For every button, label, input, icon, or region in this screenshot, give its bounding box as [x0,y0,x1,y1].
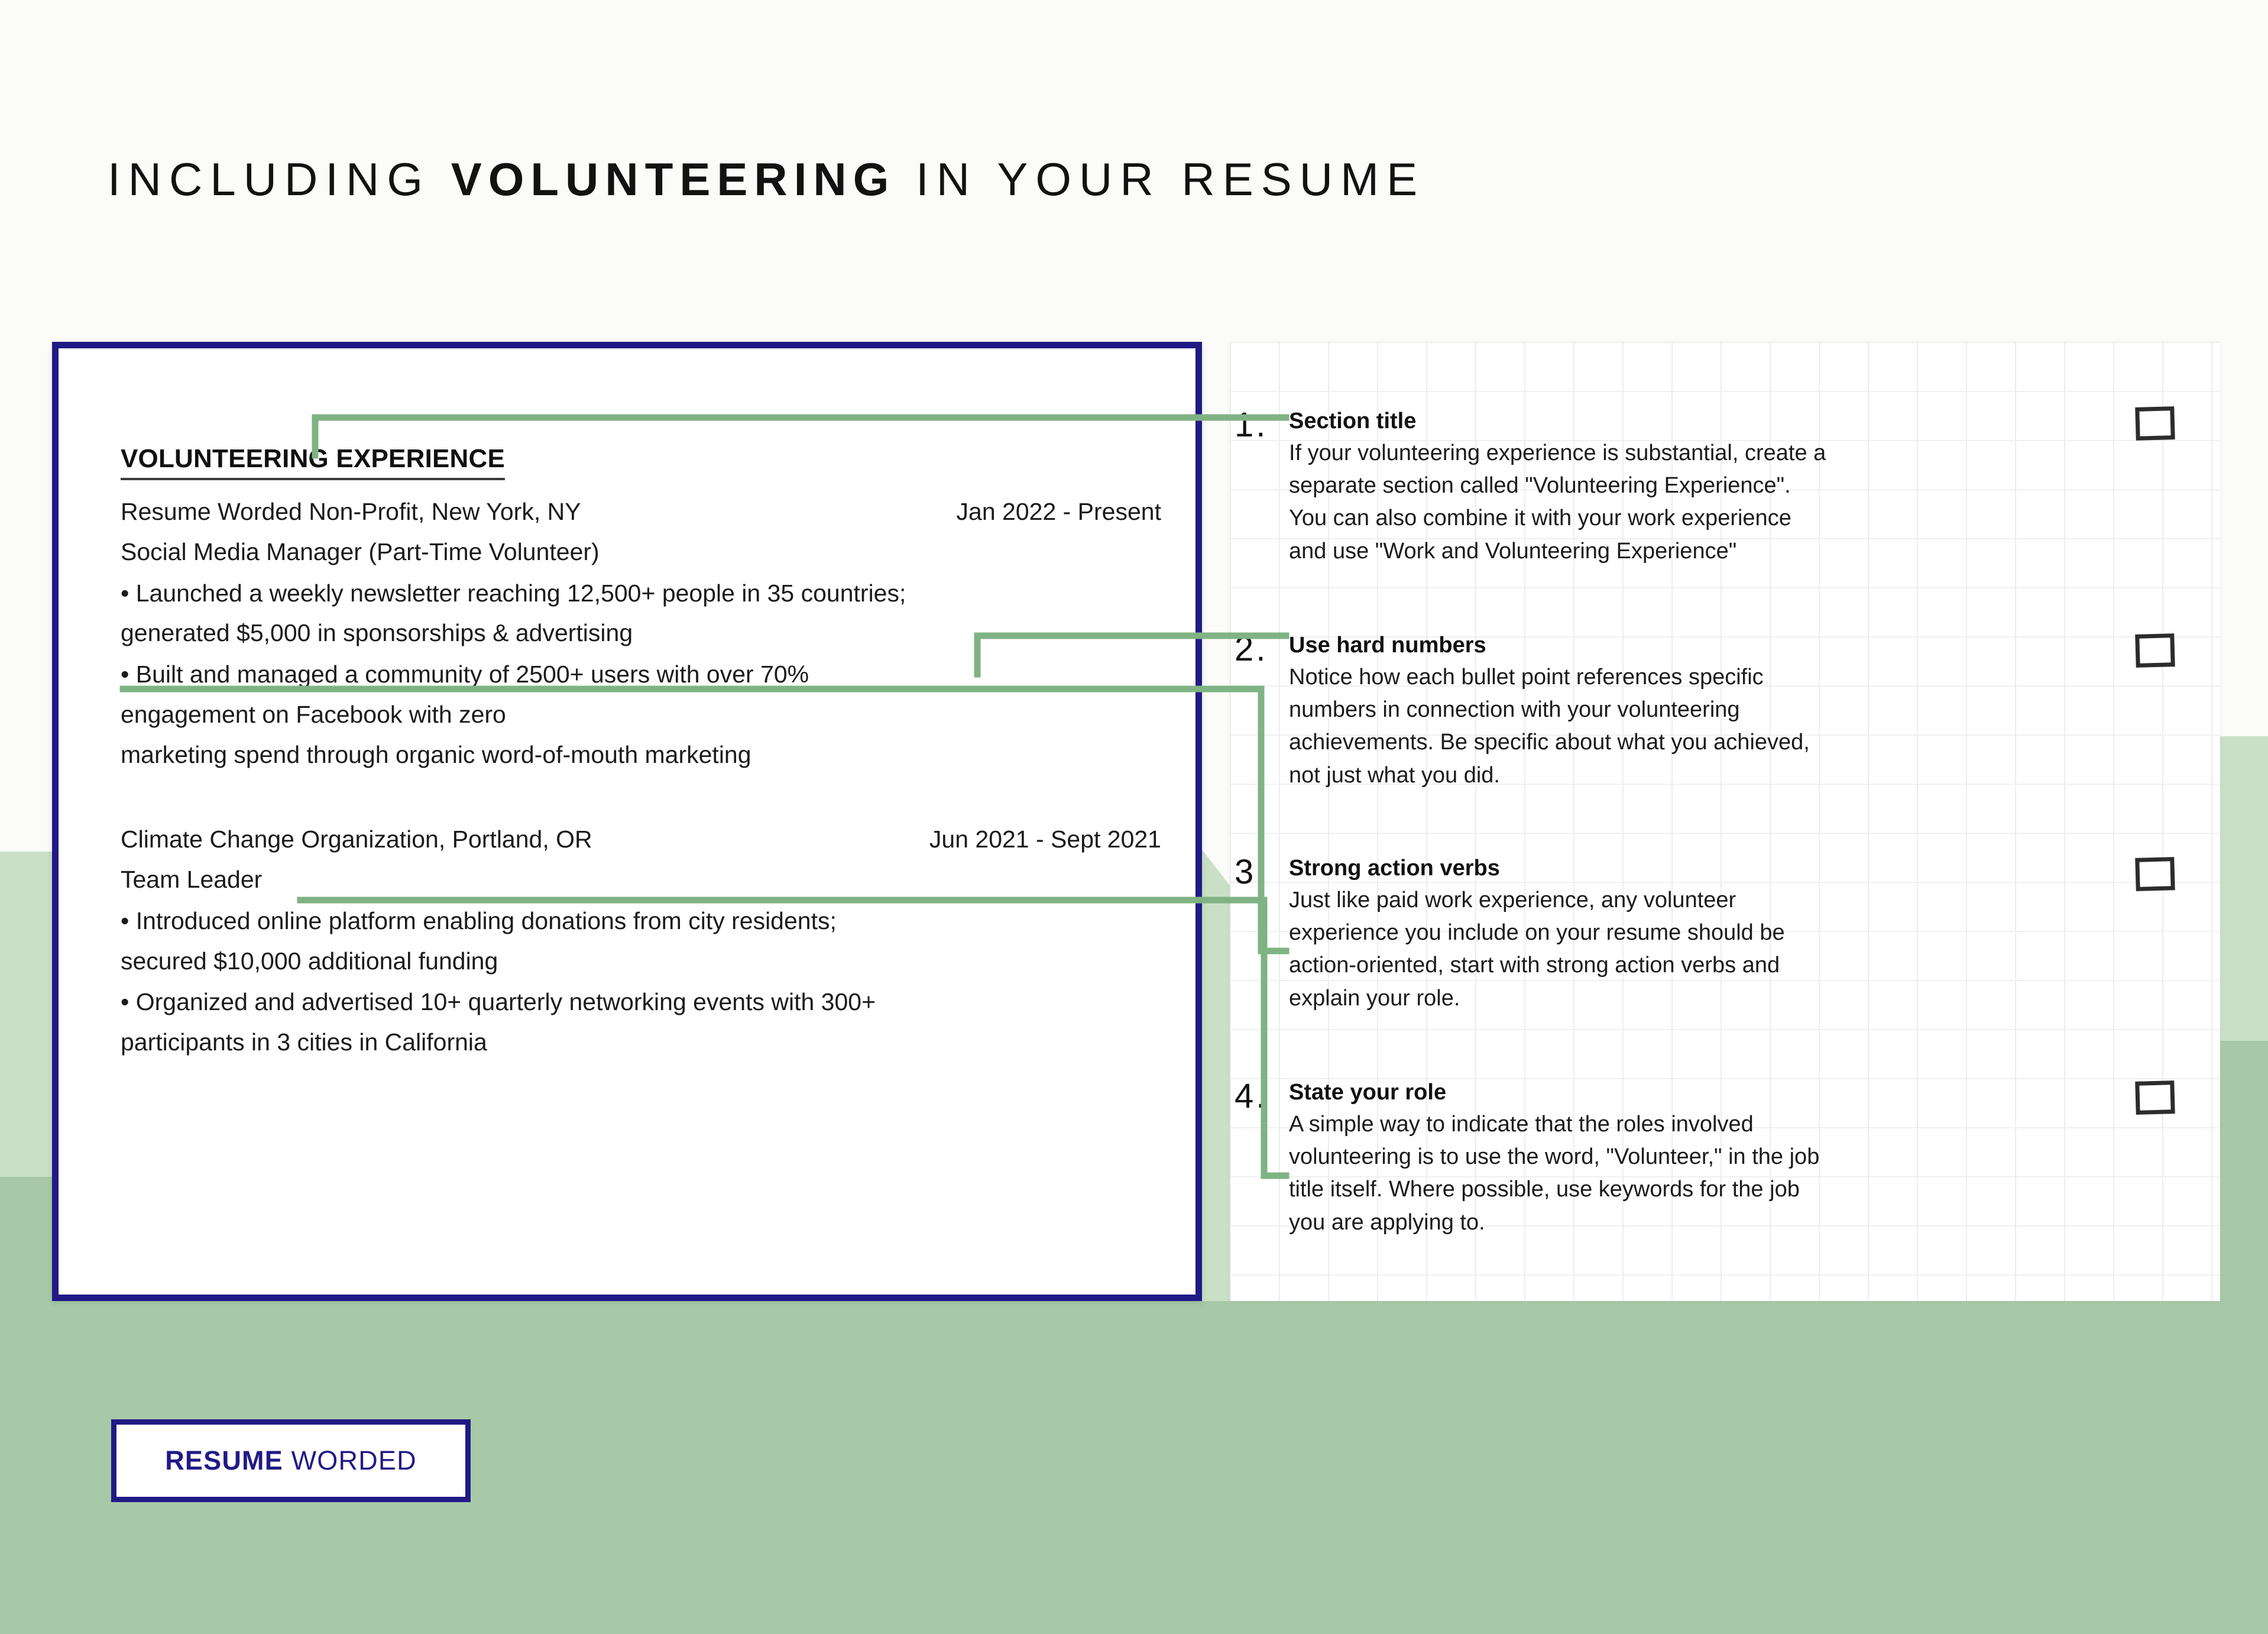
tip-heading: Section title [1289,409,1417,433]
tip-line: action-oriented, start with strong actio… [1289,953,1780,978]
tip-item-1: 1. Section title If your volunteering ex… [1235,406,2075,566]
tip-heading: State your role [1289,1080,1447,1105]
tip-body: Strong action verbs Just like paid work … [1289,855,2075,1013]
tip-heading: Strong action verbs [1289,856,1500,881]
tip-line: experience you include on your resume sh… [1289,920,1785,945]
tip-line: achievements. Be specific about what you… [1289,730,1810,755]
page-title: INCLUDING VOLUNTEERING IN YOUR RESUME [108,153,1425,206]
resume-entry-role: Team Leader [121,866,263,893]
tip-line: you are applying to. [1289,1209,1485,1235]
resume-preview-card: VOLUNTEERING EXPERIENCE Resume Worded No… [52,342,1202,1301]
tip-checkbox-4[interactable] [2135,1080,2175,1115]
logo-light-word: WORDED [283,1445,417,1476]
tip-body: Use hard numbers Notice how each bullet … [1289,632,2075,790]
tip-heading: Use hard numbers [1289,633,1486,658]
title-suffix: IN YOUR RESUME [895,153,1425,205]
tip-checkbox-3[interactable] [2135,857,2175,891]
tip-item-3: 3. Strong action verbs Just like paid wo… [1235,855,2075,1013]
tip-line: A simple way to indicate that the roles … [1289,1111,1754,1137]
tip-body: Section title If your volunteering exper… [1289,408,2075,566]
tip-line: You can also combine it with your work e… [1289,506,1791,531]
resume-bullet: • Introduced online platform enabling do… [121,907,837,934]
resume-entry-spacer [121,771,1161,808]
resume-bullet: • Built and managed a community of 2500+… [121,661,809,688]
resume-bullet-cont: engagement on Facebook with zero [121,700,506,728]
resume-content: VOLUNTEERING EXPERIENCE Resume Worded No… [121,444,1161,1059]
resume-entry-role: Social Media Manager (Part-Time Voluntee… [121,538,600,565]
resume-entry: Climate Change Organization, Portland, O… [121,823,1161,1059]
tip-number: 1. [1235,406,1268,444]
tip-line: numbers in connection with your voluntee… [1289,697,1740,722]
resume-entry: Resume Worded Non-Profit, New York, NY J… [121,496,1161,771]
tip-line: and use "Work and Volunteering Experienc… [1289,538,1737,564]
tip-line: Notice how each bullet point references … [1289,664,1764,690]
logo-bold-word: RESUME [165,1445,283,1476]
tip-number: 2. [1235,630,1268,668]
resume-worded-logo[interactable]: RESUME WORDED [111,1419,471,1502]
resume-bullet-cont: marketing spend through organic word-of-… [121,740,751,768]
tip-line: If your volunteering experience is subst… [1289,440,1826,465]
tip-number: 4. [1235,1077,1268,1115]
resume-entry-organization: Resume Worded Non-Profit, New York, NY [121,498,581,525]
resume-bullet-cont: secured $10,000 additional funding [121,947,498,975]
resume-entry-dates: Jan 2022 - Present [956,498,1161,525]
tip-line: Just like paid work experience, any volu… [1289,887,1736,913]
title-prefix: INCLUDING [108,153,451,205]
tip-line: title itself. Where possible, use keywor… [1289,1177,1800,1202]
tip-item-4: 4. State your role A simple way to indic… [1235,1079,2075,1237]
tip-line: not just what you did. [1289,762,1500,788]
tip-checkbox-2[interactable] [2135,633,2175,668]
resume-section-title: VOLUNTEERING EXPERIENCE [121,444,506,480]
resume-entry-organization: Climate Change Organization, Portland, O… [121,826,592,853]
tip-item-2: 2. Use hard numbers Notice how each bull… [1235,632,2075,790]
tip-line: explain your role. [1289,985,1460,1011]
resume-entry-header: Resume Worded Non-Profit, New York, NY J… [121,496,1161,529]
tip-line: volunteering is to use the word, "Volunt… [1289,1144,1820,1169]
resume-entry-dates: Jun 2021 - Sept 2021 [929,826,1161,853]
resume-bullet-cont: generated $5,000 in sponsorships & adver… [121,619,633,647]
resume-bullet: • Launched a weekly newsletter reaching … [121,579,906,607]
resume-bullet: • Organized and advertised 10+ quarterly… [121,988,876,1016]
logo-text: RESUME WORDED [165,1445,417,1476]
tips-grid-panel: 1. Section title If your volunteering ex… [1230,342,2220,1301]
tip-line: separate section called "Volunteering Ex… [1289,473,1791,498]
tip-checkbox-1[interactable] [2135,406,2175,441]
resume-section-heading-wrap: VOLUNTEERING EXPERIENCE [121,444,1161,480]
tip-number: 3. [1235,853,1268,891]
resume-bullet-cont: participants in 3 cities in California [121,1028,487,1056]
tip-body: State your role A simple way to indicate… [1289,1079,2075,1237]
resume-entry-header: Climate Change Organization, Portland, O… [121,823,1161,856]
title-emphasis: VOLUNTEERING [451,153,896,205]
